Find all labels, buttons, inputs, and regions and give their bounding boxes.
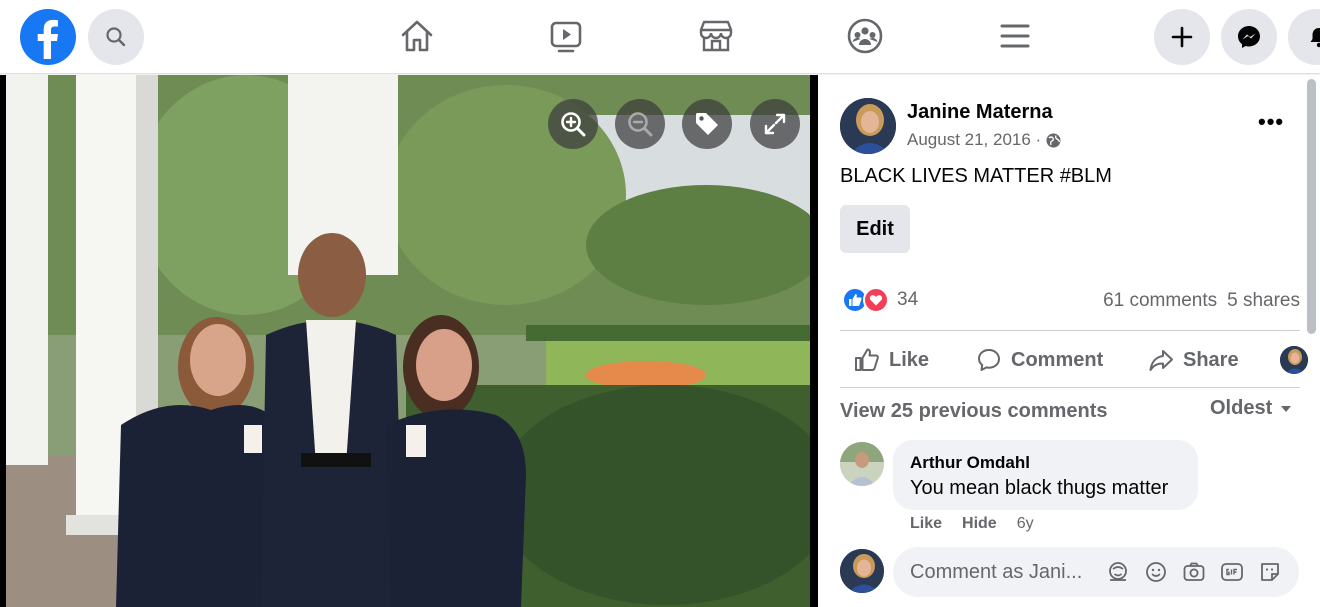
avatar-sticker-button[interactable] [1106, 560, 1130, 584]
tag-icon [696, 113, 718, 135]
groups-tab[interactable] [843, 14, 887, 58]
gif-button[interactable] [1220, 560, 1244, 584]
comment-hide-link[interactable]: Hide [962, 515, 997, 533]
post-text: BLACK LIVES MATTER #BLM [840, 165, 1112, 188]
hashtag-link[interactable]: #BLM [1060, 165, 1112, 187]
caret-down-icon [1281, 405, 1292, 412]
comment-timestamp[interactable]: 6y [1017, 515, 1034, 533]
photo-viewer [0, 75, 818, 607]
notifications-button[interactable] [1288, 9, 1320, 65]
commenter-avatar-image [840, 442, 884, 486]
facebook-logo-icon[interactable] [20, 9, 76, 65]
zoom-in-icon [561, 112, 586, 137]
post-author-name[interactable]: Janine Materna [907, 101, 1053, 124]
reactions-summary[interactable]: 34 [842, 287, 918, 313]
comment-button-label: Comment [1011, 348, 1104, 371]
post-details-pane: Janine Materna August 21, 2016 · ••• BLA… [818, 75, 1320, 607]
sticker-button[interactable] [1258, 560, 1282, 584]
avatar-sticker-icon [1109, 562, 1127, 581]
share-as-avatar[interactable] [1280, 346, 1308, 374]
marketplace-icon [699, 20, 733, 52]
top-navigation-bar [0, 0, 1320, 74]
post-photo-image [6, 75, 810, 607]
scrollbar-thumb[interactable] [1307, 79, 1316, 334]
author-avatar[interactable] [840, 98, 896, 154]
love-reaction-icon [863, 287, 889, 313]
share-button[interactable]: Share [1148, 345, 1239, 375]
post-options-button[interactable]: ••• [1258, 109, 1284, 135]
bell-icon [1310, 28, 1320, 48]
author-avatar-image [840, 98, 896, 154]
edit-post-button[interactable]: Edit [840, 205, 910, 253]
comment-button[interactable]: Comment [976, 345, 1103, 375]
composer-avatar[interactable] [840, 549, 884, 593]
zoom-in-button[interactable] [548, 99, 598, 149]
menu-tab[interactable] [993, 14, 1037, 58]
zoom-out-icon [628, 112, 653, 137]
comment-input[interactable] [910, 547, 1090, 597]
attach-photo-button[interactable] [1182, 560, 1206, 584]
comment-text: You mean black thugs matter [910, 477, 1169, 499]
plus-icon [1171, 26, 1193, 48]
comment-author-name[interactable]: Arthur Omdahl [910, 453, 1030, 473]
reaction-count[interactable]: 34 [897, 289, 918, 311]
expand-icon [764, 113, 786, 135]
commenter-avatar[interactable] [840, 442, 884, 486]
comment-sort-dropdown[interactable]: Oldest [1210, 397, 1292, 420]
camera-icon [1183, 562, 1205, 581]
search-button[interactable] [88, 9, 144, 65]
fullscreen-button[interactable] [750, 99, 800, 149]
comments-count-link[interactable]: 61 comments [1103, 290, 1217, 312]
shares-count-link[interactable]: 5 shares [1227, 290, 1300, 312]
divider [840, 330, 1300, 331]
share-icon [1149, 350, 1173, 371]
post-date: August 21, 2016 · [907, 130, 1062, 150]
zoom-out-button[interactable] [615, 99, 665, 149]
comment-actions: Like Hide 6y [910, 515, 1034, 533]
globe-icon [1046, 133, 1061, 147]
post-photo[interactable] [6, 75, 810, 607]
home-icon [401, 20, 433, 52]
post-text-plain: BLACK LIVES MATTER [840, 165, 1060, 187]
like-button-label: Like [889, 348, 930, 371]
home-tab[interactable] [395, 14, 439, 58]
comment-icon [978, 349, 1000, 371]
watch-tab[interactable] [544, 14, 588, 58]
messenger-button[interactable] [1221, 9, 1277, 65]
thumbs-up-icon [855, 348, 879, 371]
marketplace-tab[interactable] [694, 14, 738, 58]
view-previous-comments-link[interactable]: View 25 previous comments [840, 400, 1108, 423]
share-button-label: Share [1183, 348, 1239, 371]
like-button[interactable]: Like [854, 345, 929, 375]
share-as-avatar-image [1280, 346, 1308, 374]
comment-bubble: Arthur Omdahl You mean black thugs matte… [893, 440, 1198, 510]
sticker-icon [1261, 563, 1279, 581]
comment-sort-label: Oldest [1210, 397, 1273, 419]
gif-icon [1221, 563, 1243, 581]
search-icon [106, 27, 126, 47]
emoji-icon [1146, 562, 1166, 582]
comment-composer [893, 547, 1299, 597]
hamburger-menu-icon [1000, 24, 1030, 48]
create-button[interactable] [1154, 9, 1210, 65]
composer-avatar-image [840, 549, 884, 593]
messenger-icon [1238, 26, 1260, 48]
emoji-button[interactable] [1144, 560, 1168, 584]
post-date-text[interactable]: August 21, 2016 · [907, 130, 1041, 150]
post-stats: 61 comments 5 shares [1103, 290, 1300, 312]
video-icon [550, 21, 582, 53]
comment-like-link[interactable]: Like [910, 515, 942, 533]
groups-icon [847, 18, 883, 54]
divider [840, 387, 1300, 388]
tag-photo-button[interactable] [682, 99, 732, 149]
